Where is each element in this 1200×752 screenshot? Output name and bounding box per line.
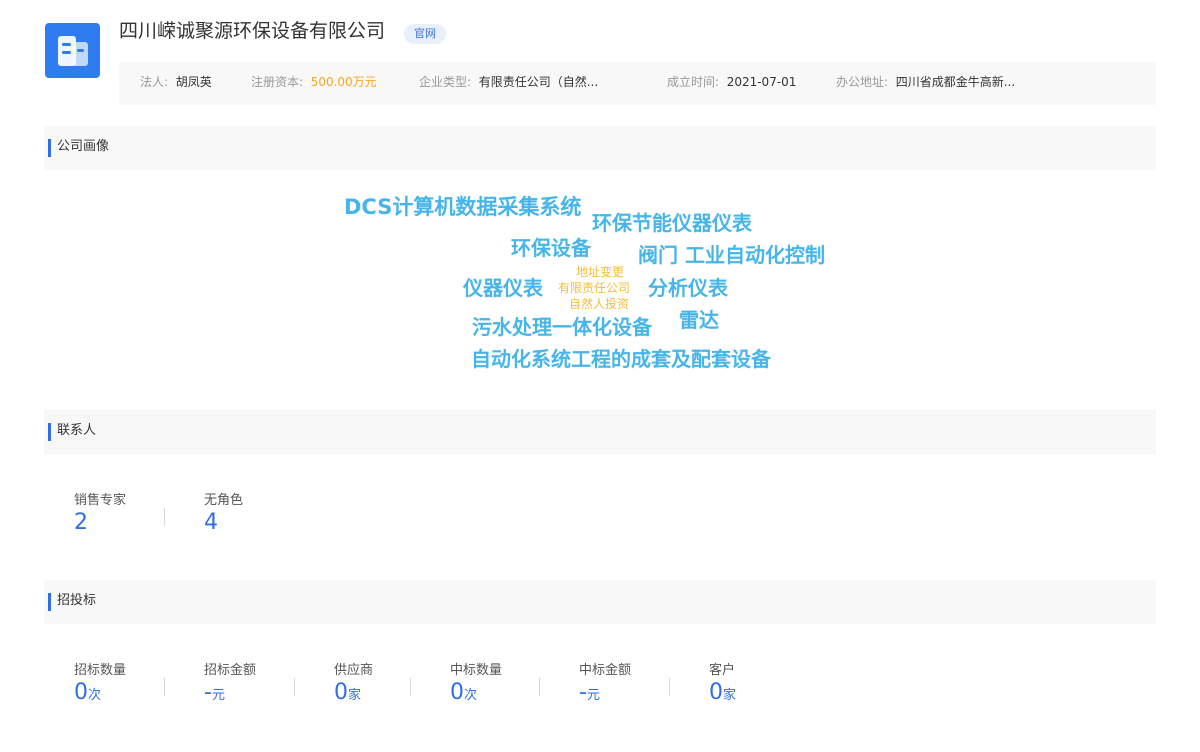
- section-portrait-header: 公司画像: [44, 126, 1156, 170]
- section-contacts-header: 联系人: [44, 410, 1156, 454]
- section-title: 公司画像: [57, 139, 110, 154]
- stat-unit: 次: [464, 688, 478, 703]
- stat-unit: 元: [586, 688, 600, 703]
- section-accent: [48, 423, 51, 441]
- stat-label: 无角色: [204, 493, 244, 508]
- registered-capital: 注册资本: 500.00万元: [251, 75, 377, 89]
- company-type: 企业类型: 有限责任公司（自然...: [419, 75, 599, 89]
- stat-value: 0家: [709, 680, 737, 705]
- stat-label: 销售专家: [74, 493, 127, 508]
- cloud-word: 地址变更: [576, 265, 625, 279]
- stat-value: 2: [74, 510, 88, 535]
- stat-unit: 元: [211, 688, 225, 703]
- stat-unit: 家: [348, 688, 362, 703]
- building-icon: [58, 36, 88, 66]
- stat-label: 客户: [709, 663, 736, 678]
- stat-divider: [539, 678, 540, 696]
- company-logo: [45, 23, 100, 78]
- cloud-word: 环保设备: [511, 236, 591, 260]
- stat-label: 中标数量: [450, 663, 503, 678]
- cloud-word: 自动化系统工程的成套及配套设备: [471, 347, 771, 371]
- founded-date: 成立时间: 2021-07-01: [667, 75, 797, 89]
- section-title: 招投标: [57, 593, 97, 608]
- stat-divider: [669, 678, 670, 696]
- company-type-value: 有限责任公司（自然...: [478, 75, 599, 89]
- cloud-word: 分析仪表: [648, 276, 728, 300]
- cloud-word: DCS计算机数据采集系统: [344, 195, 582, 219]
- stat-label: 招标数量: [74, 663, 127, 678]
- cloud-word: 雷达: [679, 308, 719, 332]
- cloud-word: 自然人投资: [569, 297, 630, 311]
- stat-value: 4: [204, 510, 218, 535]
- stat-value: -元: [579, 680, 600, 705]
- cloud-word: 有限责任公司: [558, 281, 631, 295]
- stat-divider: [294, 678, 295, 696]
- stat-divider: [164, 508, 165, 526]
- section-bidding-header: 招投标: [44, 580, 1156, 624]
- office-address: 办公地址: 四川省成都金牛高新...: [836, 75, 1016, 89]
- legal-person: 法人: 胡凤英: [140, 75, 212, 89]
- stat-label: 中标金额: [579, 663, 632, 678]
- stat-unit: 次: [88, 688, 102, 703]
- stat-divider: [164, 678, 165, 696]
- stat-divider: [410, 678, 411, 696]
- cloud-word: 阀门 工业自动化控制: [638, 243, 825, 267]
- stat-value: 0次: [74, 680, 102, 705]
- cloud-word: 仪器仪表: [463, 276, 543, 300]
- section-accent: [48, 593, 51, 611]
- registered-capital-value: 500.00万元: [310, 75, 377, 89]
- stat-value: -元: [204, 680, 225, 705]
- stat-label: 招标金额: [204, 663, 257, 678]
- founded-date-value: 2021-07-01: [726, 75, 797, 89]
- stat-value: 0次: [450, 680, 478, 705]
- cloud-word: 环保节能仪器仪表: [592, 211, 752, 235]
- section-title: 联系人: [57, 423, 97, 438]
- cloud-word: 污水处理一体化设备: [472, 315, 652, 339]
- company-name: 四川嵘诚聚源环保设备有限公司: [119, 20, 386, 42]
- office-address-value: 四川省成都金牛高新...: [895, 75, 1016, 89]
- legal-person-value[interactable]: 胡凤英: [176, 75, 212, 89]
- official-site-link[interactable]: 官网: [404, 24, 446, 44]
- stat-label: 供应商: [334, 663, 374, 678]
- section-accent: [48, 139, 51, 157]
- company-info-bar: 法人: 胡凤英 注册资本: 500.00万元 企业类型: 有限责任公司（自然..…: [119, 62, 1156, 105]
- stat-value: 0家: [334, 680, 362, 705]
- stat-unit: 家: [723, 688, 737, 703]
